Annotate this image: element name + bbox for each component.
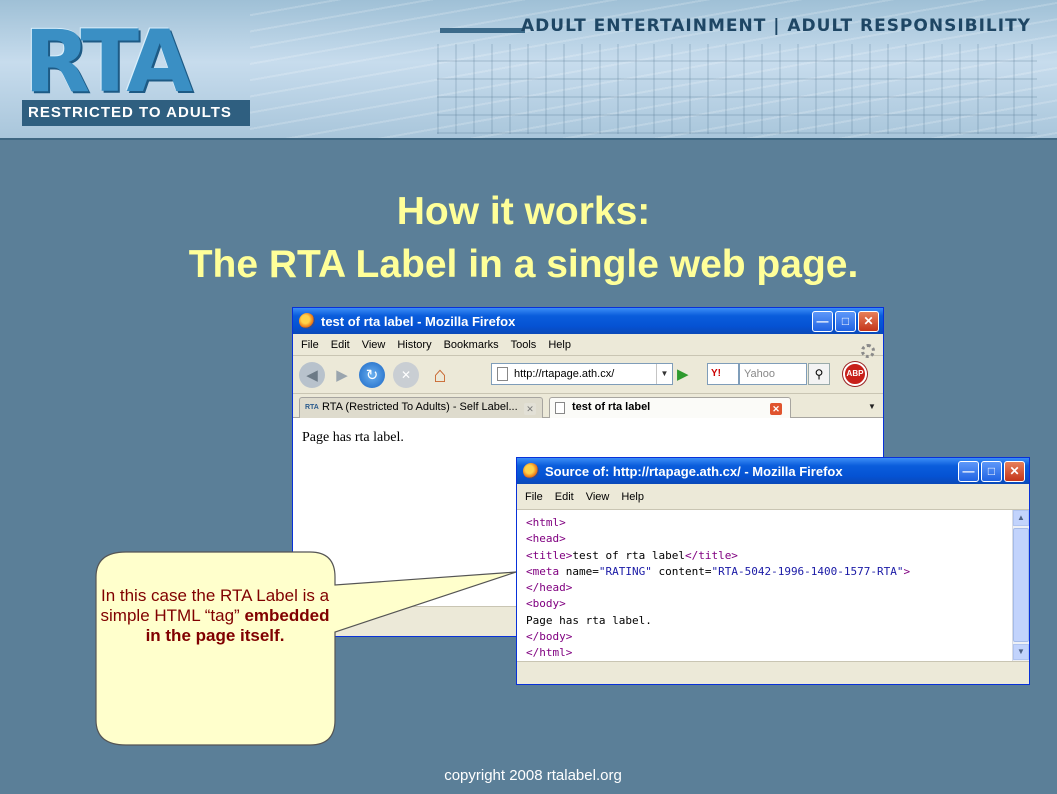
source-tag: >: [903, 564, 911, 578]
callout-text: In this case the RTA Label is a simple H…: [100, 586, 330, 646]
banner-tagline: ADULT ENTERTAINMENT | ADULT RESPONSIBILI…: [521, 16, 1031, 36]
tab-close-icon[interactable]: ✕: [770, 403, 782, 415]
url-bar[interactable]: http://rtapage.ath.cx/ ▼: [491, 363, 673, 385]
slide-title-line2: The RTA Label in a single web page.: [188, 243, 859, 286]
source-value: "RTA-5042-1996-1400-1577-RTA": [711, 564, 904, 578]
tab-rta-self-label[interactable]: RTA RTA (Restricted To Adults) - Self La…: [299, 397, 543, 418]
copyright-footer: copyright 2008 rtalabel.org: [444, 767, 622, 784]
tagline-bar: [440, 28, 525, 33]
minimize-button[interactable]: —: [812, 311, 833, 332]
scroll-up-icon[interactable]: ▲: [1013, 510, 1029, 526]
reload-icon[interactable]: ↻: [359, 361, 385, 388]
view-source-titlebar[interactable]: Source of: http://rtapage.ath.cx/ - Mozi…: [517, 458, 1029, 484]
close-button[interactable]: ✕: [1004, 461, 1025, 482]
maximize-button[interactable]: □: [835, 311, 856, 332]
source-line: </html>: [526, 646, 573, 660]
tab-close-icon[interactable]: ✕: [524, 403, 536, 415]
adblock-plus-icon[interactable]: ABP: [843, 362, 867, 386]
vertical-scrollbar[interactable]: ▲ ▼: [1012, 510, 1029, 661]
window-controls: — □ ✕: [812, 311, 879, 332]
logo-letters: RTA: [24, 12, 193, 112]
source-line: </body>: [526, 630, 573, 644]
page-favicon-icon: [555, 402, 565, 414]
firefox-icon: [299, 313, 315, 329]
tab-label: RTA (Restricted To Adults) - Self Label.…: [322, 401, 518, 413]
menu-view[interactable]: View: [586, 491, 610, 503]
rta-logo: RTA RESTRICTED TO ADULTS: [22, 12, 250, 126]
source-tag: <title>: [526, 548, 573, 562]
banner-grid-pattern: [437, 44, 1037, 134]
source-line: </head>: [526, 581, 573, 595]
source-attr: content=: [651, 564, 712, 578]
source-line: <body>: [526, 597, 566, 611]
firefox-icon: [523, 463, 539, 479]
firefox-titlebar[interactable]: test of rta label - Mozilla Firefox — □ …: [293, 308, 883, 334]
minimize-button[interactable]: —: [958, 461, 979, 482]
source-content: <html> <head> <title>test of rta label</…: [517, 510, 1029, 661]
menu-bookmarks[interactable]: Bookmarks: [444, 339, 499, 351]
menu-edit[interactable]: Edit: [555, 491, 574, 503]
tab-label: test of rta label: [572, 401, 651, 413]
header-banner: RTA RESTRICTED TO ADULTS ADULT ENTERTAIN…: [0, 0, 1057, 140]
menu-history[interactable]: History: [397, 339, 431, 351]
logo-subtitle: RESTRICTED TO ADULTS: [22, 100, 250, 126]
tab-test-of-rta-label[interactable]: test of rta label ✕: [549, 397, 791, 418]
go-arrow-icon[interactable]: ▶: [677, 365, 693, 383]
menu-view[interactable]: View: [362, 339, 386, 351]
search-input[interactable]: Yahoo: [739, 363, 807, 385]
source-tag: <meta: [526, 564, 560, 578]
back-arrow-icon[interactable]: ◀: [299, 361, 325, 388]
window-title: test of rta label - Mozilla Firefox: [321, 313, 516, 329]
source-attr: name=: [559, 564, 599, 578]
page-icon: [497, 367, 508, 381]
search-engine-selector[interactable]: Y!: [707, 363, 739, 385]
menu-edit[interactable]: Edit: [331, 339, 350, 351]
source-line: <head>: [526, 532, 566, 546]
menu-bar: File Edit View History Bookmarks Tools H…: [293, 334, 883, 356]
close-button[interactable]: ✕: [858, 311, 879, 332]
maximize-button[interactable]: □: [981, 461, 1002, 482]
navigation-toolbar: ◀ ▶ ↻ ✕ ⌂ http://rtapage.ath.cx/ ▼ ▶ Y! …: [293, 356, 883, 394]
slide-title-line1: How it works:: [396, 190, 651, 233]
scroll-down-icon[interactable]: ▼: [1013, 644, 1029, 660]
source-tag: </title>: [684, 548, 738, 562]
source-code: <html> <head> <title>test of rta label</…: [526, 515, 910, 662]
tab-list-dropdown-icon[interactable]: ▼: [865, 399, 879, 415]
menu-file[interactable]: File: [525, 491, 543, 503]
menu-help[interactable]: Help: [548, 339, 571, 351]
source-text: test of rta label: [572, 548, 685, 562]
status-bar: [517, 661, 1029, 684]
url-text: http://rtapage.ath.cx/: [514, 368, 615, 380]
source-line: <html>: [526, 516, 566, 529]
rta-favicon-icon: RTA: [305, 404, 319, 411]
page-body-text: Page has rta label.: [302, 430, 404, 445]
window-title: Source of: http://rtapage.ath.cx/ - Mozi…: [545, 463, 843, 479]
menu-file[interactable]: File: [301, 339, 319, 351]
window-controls: — □ ✕: [958, 461, 1025, 482]
magnifier-icon[interactable]: ⚲: [808, 363, 830, 385]
menu-tools[interactable]: Tools: [511, 339, 537, 351]
url-dropdown-icon[interactable]: ▼: [656, 364, 672, 384]
stop-icon[interactable]: ✕: [393, 361, 419, 388]
forward-arrow-icon[interactable]: ▶: [333, 362, 351, 388]
view-source-window: Source of: http://rtapage.ath.cx/ - Mozi…: [516, 457, 1030, 685]
tab-bar: RTA RTA (Restricted To Adults) - Self La…: [293, 394, 883, 418]
source-value: "RATING": [598, 564, 652, 578]
menu-bar: File Edit View Help: [517, 484, 1029, 510]
home-icon[interactable]: ⌂: [427, 362, 453, 388]
scroll-thumb[interactable]: [1013, 528, 1029, 642]
source-line: Page has rta label.: [526, 613, 652, 627]
menu-help[interactable]: Help: [621, 491, 644, 503]
